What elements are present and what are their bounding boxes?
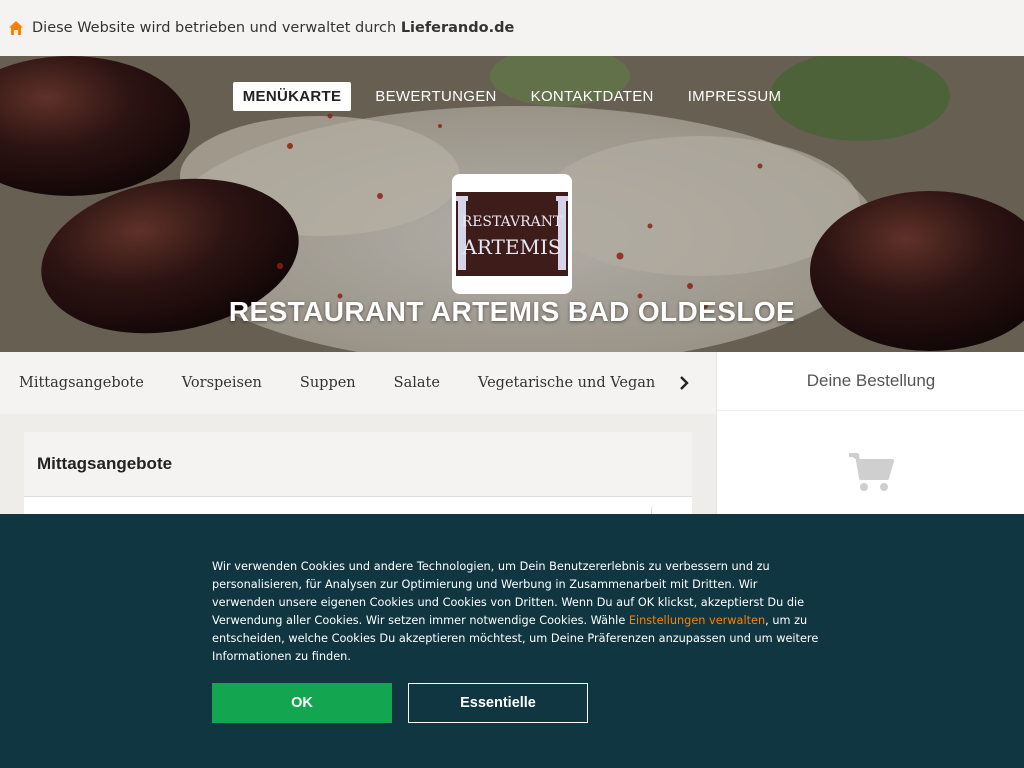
operator-bar: Diese Website wird betrieben und verwalt… (0, 0, 1024, 56)
chevron-right-icon (680, 376, 689, 390)
svg-text:ARTEMIS: ARTEMIS (461, 235, 561, 259)
restaurant-logo: RESTAVRANT ARTEMIS (452, 174, 572, 294)
operator-brand[interactable]: Lieferando.de (401, 20, 515, 36)
category-vorspeisen[interactable]: Vorspeisen (182, 375, 262, 391)
nav-bewertungen[interactable]: BEWERTUNGEN (365, 82, 506, 111)
shopping-cart-icon (849, 453, 894, 491)
nav-kontaktdaten[interactable]: KONTAKTDATEN (521, 82, 664, 111)
nav-impressum[interactable]: IMPRESSUM (678, 82, 792, 111)
category-next-button[interactable] (672, 371, 696, 395)
cookie-banner: Wir verwenden Cookies und andere Technol… (0, 514, 1024, 768)
svg-text:RESTAVRANT: RESTAVRANT (462, 214, 563, 230)
essential-button[interactable]: Essentielle (408, 683, 588, 723)
category-bar: Mittagsangebote Vorspeisen Suppen Salate… (0, 352, 716, 414)
category-salate[interactable]: Salate (394, 375, 440, 391)
cookie-message: Wir verwenden Cookies und andere Technol… (212, 560, 819, 663)
section-title: Mittagsangebote (37, 454, 173, 473)
operator-text: Diese Website wird betrieben und verwalt… (32, 20, 515, 36)
hero-banner: MENÜKARTE BEWERTUNGEN KONTAKTDATEN IMPRE… (0, 56, 1024, 352)
nav-menukarte[interactable]: MENÜKARTE (232, 82, 352, 111)
restaurant-title: RESTAURANT ARTEMIS BAD OLDESLOE (228, 296, 796, 327)
section-header: Mittagsangebote (24, 432, 692, 496)
category-suppen[interactable]: Suppen (300, 375, 356, 391)
home-icon (9, 21, 23, 35)
main-nav: MENÜKARTE BEWERTUNGEN KONTAKTDATEN IMPRE… (0, 82, 1024, 111)
category-mittagsangebote[interactable]: Mittagsangebote (19, 375, 144, 391)
basket-title: Deine Bestellung (717, 352, 1024, 411)
category-vegetarische-vegane[interactable]: Vegetarische und Vegane Speisen (478, 375, 655, 391)
manage-settings-link[interactable]: Einstellungen verwalten (629, 614, 765, 627)
ok-button[interactable]: OK (212, 683, 392, 723)
